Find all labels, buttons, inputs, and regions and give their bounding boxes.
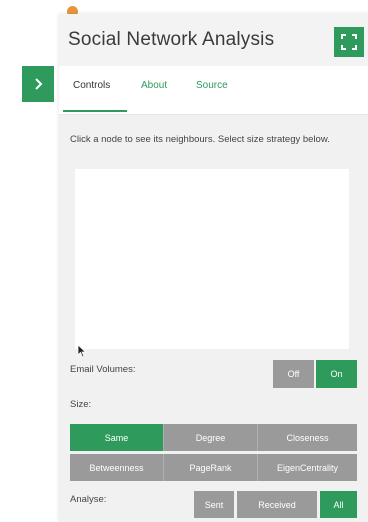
analysis-panel: Social Network Analysis Controls About S… xyxy=(59,14,368,522)
email-volumes-off-button[interactable]: Off xyxy=(273,360,314,388)
network-graph-canvas[interactable] xyxy=(75,169,349,349)
email-volumes-on-button[interactable]: On xyxy=(316,360,357,388)
tab-source[interactable]: Source xyxy=(196,80,228,91)
analyse-label: Analyse: xyxy=(70,494,107,505)
tab-about[interactable]: About xyxy=(141,80,167,91)
controls-content: Click a node to see its neighbours. Sele… xyxy=(59,115,368,522)
expand-button[interactable] xyxy=(334,27,364,57)
mouse-pointer-icon xyxy=(77,344,87,358)
expand-icon xyxy=(341,34,357,50)
analyse-received-button[interactable]: Received xyxy=(237,491,317,518)
instructions-text: Click a node to see its neighbours. Sele… xyxy=(70,134,330,145)
active-tab-indicator xyxy=(63,110,127,112)
size-betweenness-button[interactable]: Betweenness xyxy=(70,454,164,481)
email-volumes-label: Email Volumes: xyxy=(70,364,136,375)
panel-header: Social Network Analysis xyxy=(59,14,368,66)
analyse-all-button[interactable]: All xyxy=(320,491,357,518)
chevron-right-icon xyxy=(35,78,43,90)
size-pagerank-button[interactable]: PageRank xyxy=(164,454,258,481)
analyse-sent-button[interactable]: Sent xyxy=(194,491,234,518)
sidebar-toggle-button[interactable] xyxy=(22,66,54,102)
page-title: Social Network Analysis xyxy=(68,29,275,50)
size-degree-button[interactable]: Degree xyxy=(164,424,258,451)
tab-controls[interactable]: Controls xyxy=(73,80,110,91)
size-label: Size: xyxy=(70,399,92,410)
size-eigencentrality-button[interactable]: EigenCentrality xyxy=(258,454,357,481)
size-same-button[interactable]: Same xyxy=(70,424,164,451)
size-closeness-button[interactable]: Closeness xyxy=(258,424,357,451)
tab-bar: Controls About Source xyxy=(59,66,368,115)
